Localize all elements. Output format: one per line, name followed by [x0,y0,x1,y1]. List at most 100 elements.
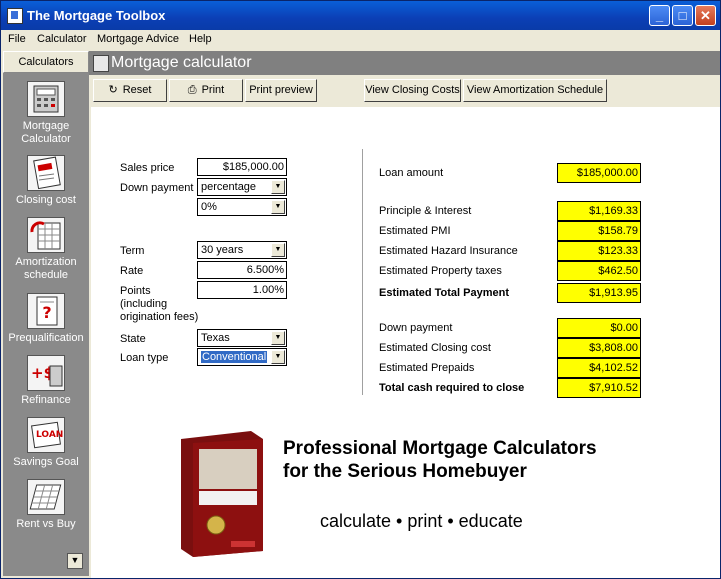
principle-interest-value: $1,169.33 [557,201,641,221]
principle-interest-label: Principle & Interest [379,205,472,217]
menu-calculator[interactable]: Calculator [37,33,87,45]
sidebar-item-closing-cost[interactable]: Closing cost [3,155,89,207]
sidebar-item-label: Rent vs Buy [16,518,76,530]
chevron-down-icon[interactable]: ▼ [271,243,285,257]
svg-text:LOAN: LOAN [36,430,63,440]
product-box-image [171,429,271,559]
sidebar-item-label: Savings Goal [13,456,79,468]
maximize-button[interactable]: □ [672,5,693,26]
print-preview-button[interactable]: Print preview [245,79,317,102]
state-label: State [120,333,146,345]
pmi-value: $158.79 [557,221,641,241]
closing-cost-label: Estimated Closing cost [379,342,491,354]
view-closing-costs-button[interactable]: View Closing Costs [364,79,461,102]
sales-price-input[interactable]: $185,000.00 [197,158,287,176]
menu-file[interactable]: File [8,33,26,45]
loan-type-select[interactable]: Conventional ▼ [197,348,287,366]
reset-label: Reset [122,84,152,96]
total-cash-value: $7,910.52 [557,378,641,398]
promo-line-2: for the Serious Homebuyer [283,461,527,482]
chevron-down-icon[interactable]: ▼ [271,331,285,345]
calculator-sidebar: Calculators Mortgage Calculator Closing … [3,51,89,576]
sidebar-header[interactable]: Calculators [3,51,89,73]
sales-price-label: Sales price [120,162,175,174]
menu-mortgage-advice[interactable]: Mortgage Advice [97,33,179,45]
result-down-payment-value: $0.00 [557,318,641,338]
vertical-divider [362,149,363,395]
points-label: Points [120,285,151,297]
total-cash-label: Total cash required to close [379,382,525,394]
title-bar[interactable]: The Mortgage Toolbox _ □ ✕ [1,1,720,30]
state-select[interactable]: Texas ▼ [197,329,287,347]
term-value: 30 years [201,244,244,256]
result-down-payment-label: Down payment [379,322,453,334]
print-button[interactable]: ⎙ Print [169,79,243,102]
sidebar-item-label: Prequalification [8,332,84,344]
prequalification-icon: ? [27,293,65,329]
closing-cost-value: $3,808.00 [557,338,641,358]
rate-input[interactable]: 6.500% [197,261,287,279]
sidebar-item-mortgage-calculator[interactable]: Mortgage Calculator [3,81,89,146]
sidebar-item-label: Closing cost [16,194,76,206]
property-taxes-value: $462.50 [557,261,641,281]
calculator-icon [93,55,109,72]
promo-tagline: calculate • print • educate [320,511,523,531]
sidebar-item-label: Mortgage Calculator [21,120,71,145]
points-label-line3: origination fees) [120,311,199,323]
close-button[interactable]: ✕ [695,5,716,26]
panel-header: Mortgage calculator [89,51,720,75]
panel-title: Mortgage calculator [111,54,252,71]
total-payment-label: Estimated Total Payment [379,287,509,299]
toolbar: ↻ Reset ⎙ Print Print preview View Closing… [89,75,720,107]
down-payment-mode-value: percentage [201,181,257,193]
sidebar-item-prequalification[interactable]: ? Prequalification [3,293,89,345]
loan-type-value: Conventional [201,351,268,363]
down-payment-label: Down payment [120,182,194,194]
savings-goal-icon: LOAN [27,417,65,453]
sidebar-item-amortization-schedule[interactable]: Amortization schedule [3,217,89,282]
chevron-down-icon[interactable]: ▼ [271,180,285,194]
loan-amount-value: $185,000.00 [557,163,641,183]
promo-headline: Professional Mortgage Calculators for th… [283,437,597,483]
app-icon [7,8,23,24]
points-input[interactable]: 1.00% [197,281,287,299]
printer-icon: ⎙ [187,84,197,96]
down-payment-value: 0% [201,201,217,213]
sidebar-scroll-down-button[interactable]: ▼ [67,553,83,569]
pmi-label: Estimated PMI [379,225,451,237]
sidebar-item-label: Refinance [21,394,71,406]
svg-text:?: ? [42,303,51,322]
window-title: The Mortgage Toolbox [27,8,166,23]
promo-line-1: Professional Mortgage Calculators [283,438,597,459]
down-payment-value-select[interactable]: 0% ▼ [197,198,287,216]
term-label: Term [120,245,145,257]
total-payment-value: $1,913.95 [557,283,641,303]
print-label: Print [201,84,225,96]
minimize-button[interactable]: _ [649,5,670,26]
down-payment-mode-select[interactable]: percentage ▼ [197,178,287,196]
reset-button[interactable]: ↻ Reset [93,79,167,102]
refinance-icon: +$ [27,355,65,391]
view-amortization-schedule-button[interactable]: View Amortization Schedule [463,79,607,102]
loan-type-label: Loan type [120,352,169,364]
sidebar-item-refinance[interactable]: +$ Refinance [3,355,89,407]
reset-icon: ↻ [108,84,118,96]
chevron-down-icon[interactable]: ▼ [271,350,285,364]
calculator-form-area: Sales price $185,000.00 Down payment per… [91,107,720,578]
hazard-insurance-label: Estimated Hazard Insurance [379,245,518,257]
prepaids-label: Estimated Prepaids [379,362,475,374]
sidebar-item-label: Amortization schedule [15,256,77,281]
prepaids-value: $4,102.52 [557,358,641,378]
term-select[interactable]: 30 years ▼ [197,241,287,259]
menu-help[interactable]: Help [189,33,212,45]
points-label-line2: (including [120,298,168,310]
sidebar-item-rent-vs-buy[interactable]: Rent vs Buy [3,479,89,531]
chevron-down-icon[interactable]: ▼ [271,200,285,214]
amortization-icon [27,217,65,253]
loan-amount-label: Loan amount [379,167,444,179]
app-window: The Mortgage Toolbox _ □ ✕ File Calculat… [0,0,721,579]
hazard-insurance-value: $123.33 [557,241,641,261]
menu-bar: File Calculator Mortgage Advice Help [1,30,720,49]
rent-vs-buy-icon [27,479,65,515]
sidebar-item-savings-goal[interactable]: LOAN Savings Goal [3,417,89,469]
